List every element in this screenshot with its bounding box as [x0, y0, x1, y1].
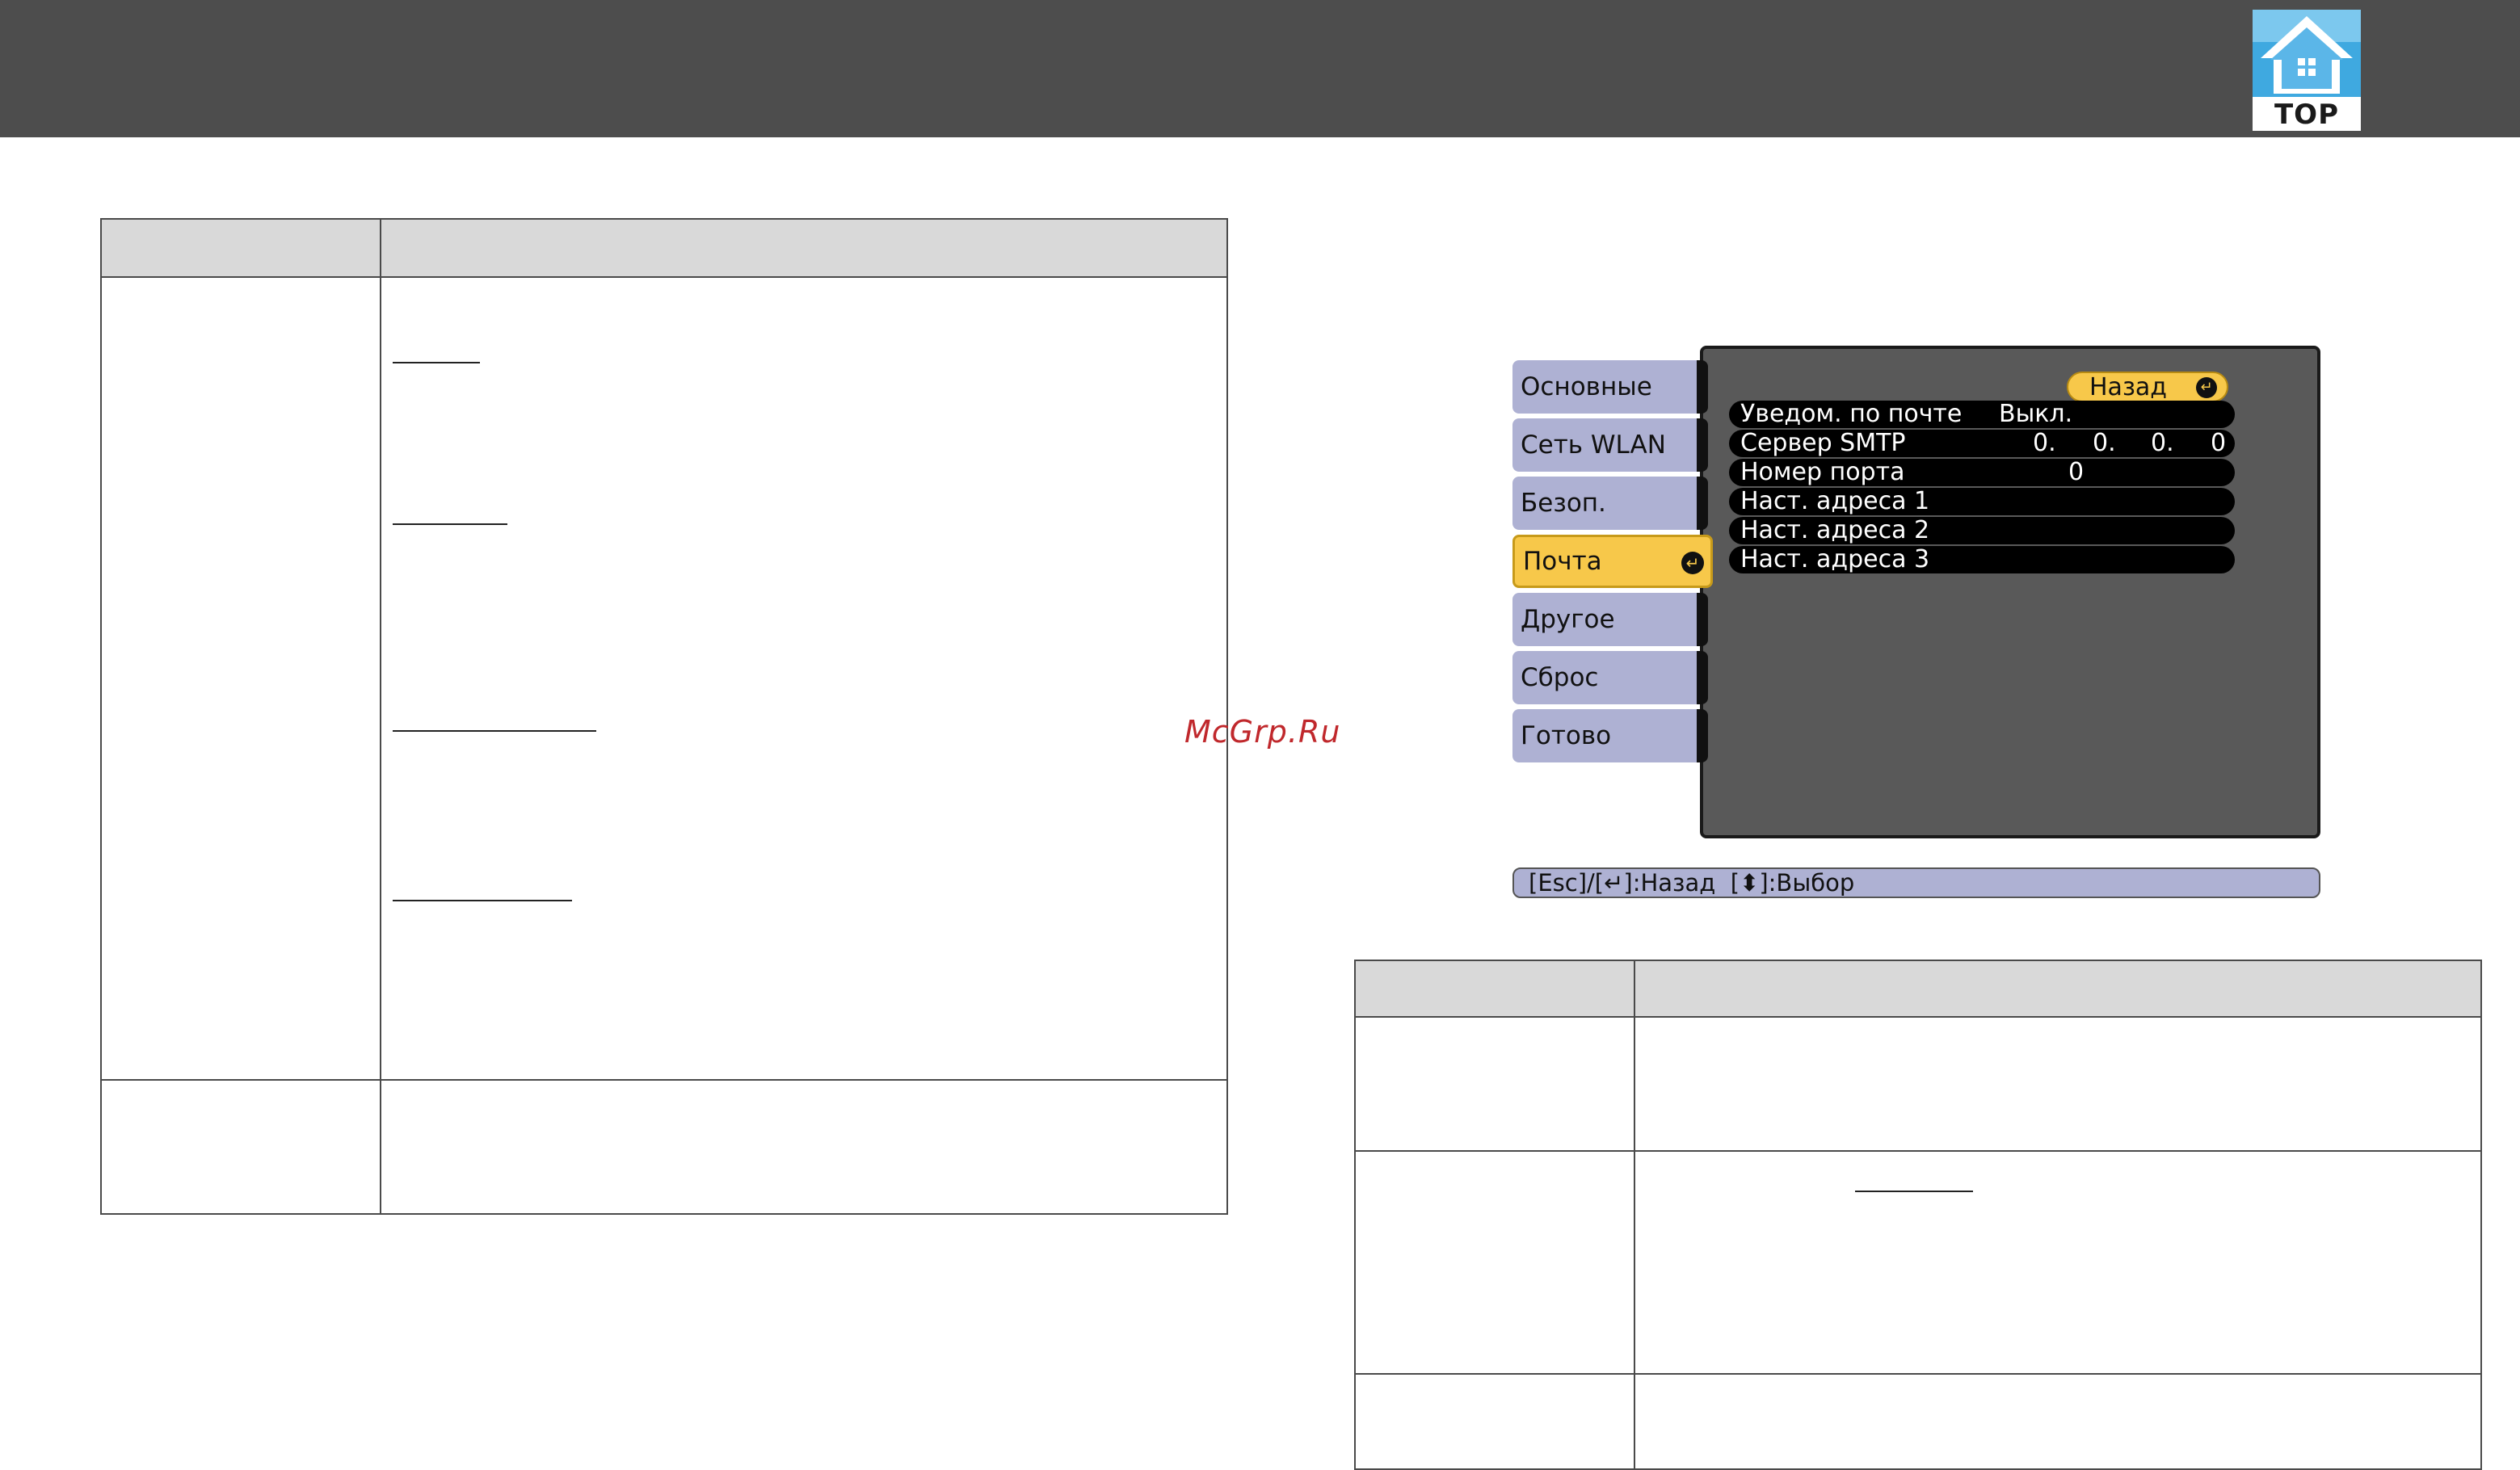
ip-octet: 0.	[2151, 429, 2174, 457]
link-underline[interactable]	[393, 523, 507, 525]
left-table	[100, 218, 1228, 1215]
table-row	[1354, 1150, 2482, 1375]
enter-icon: ↵	[2196, 377, 2217, 398]
menu-item-basic[interactable]: Основные	[1512, 360, 1700, 414]
top-button[interactable]: TOP	[2253, 10, 2361, 131]
menu-tab	[1697, 651, 1708, 704]
table-header-cell	[100, 218, 381, 278]
link-underline[interactable]	[393, 730, 596, 732]
table-header-row	[1354, 960, 2482, 1018]
table-cell	[100, 276, 381, 1081]
setting-value: Выкл.	[1999, 400, 2073, 428]
setting-row-address-3[interactable]: Наст. адреса 3	[1729, 546, 2235, 573]
table-cell	[380, 1079, 1228, 1215]
menu-tab	[1697, 477, 1708, 530]
menu-item-wlan[interactable]: Сеть WLAN	[1512, 418, 1700, 472]
menu-tab	[1697, 593, 1708, 646]
table-row	[100, 1079, 1228, 1215]
table-cell	[1354, 1373, 1635, 1470]
table-row	[1354, 1373, 2482, 1470]
ip-octet: 0	[2211, 429, 2227, 457]
setting-value: 0	[2068, 458, 2085, 486]
right-table	[1354, 960, 2482, 1470]
back-button[interactable]: Назад ↵	[2067, 372, 2228, 402]
link-underline[interactable]	[393, 900, 572, 901]
table-cell	[100, 1079, 381, 1215]
menu-item-other[interactable]: Другое	[1512, 593, 1700, 646]
ip-octet: 0.	[2093, 429, 2116, 457]
setting-row-smtp-server[interactable]: Сервер SMTP 0. 0. 0. 0	[1729, 430, 2235, 457]
link-underline[interactable]	[393, 362, 480, 363]
setting-row-address-1[interactable]: Наст. адреса 1	[1729, 488, 2235, 515]
setting-row-mail-notification[interactable]: Уведом. по почте Выкл.	[1729, 401, 2235, 428]
table-row	[1354, 1016, 2482, 1152]
watermark: McGrp.Ru	[1184, 714, 1341, 750]
menu-tab	[1697, 709, 1708, 762]
table-cell	[1634, 1016, 2482, 1152]
top-label: TOP	[2274, 99, 2339, 131]
table-header-row	[100, 218, 1228, 278]
ip-octet: 0.	[2033, 429, 2056, 457]
table-cell	[1634, 1373, 2482, 1470]
setting-row-address-2[interactable]: Наст. адреса 2	[1729, 517, 2235, 544]
table-header-cell	[1634, 960, 2482, 1018]
menu-item-security[interactable]: Безоп.	[1512, 477, 1700, 530]
enter-icon: ↵	[1681, 552, 1704, 574]
table-header-cell	[1354, 960, 1635, 1018]
menu-tab	[1697, 418, 1708, 472]
link-underline[interactable]	[1855, 1191, 1973, 1192]
menu-item-done[interactable]: Готово	[1512, 709, 1700, 762]
table-cell	[1354, 1150, 1635, 1375]
header-bar	[0, 0, 2520, 137]
menu-item-reset[interactable]: Сброс	[1512, 651, 1700, 704]
table-cell	[380, 276, 1228, 1081]
menu-item-mail[interactable]: Почта ↵	[1512, 535, 1713, 588]
table-cell	[1634, 1150, 2482, 1375]
table-row	[100, 276, 1228, 1081]
setting-row-port-number[interactable]: Номер порта 0	[1729, 459, 2235, 486]
menu-tab	[1697, 360, 1708, 414]
projector-menu: Основные Сеть WLAN Безоп. Почта ↵ Другое …	[1509, 339, 2325, 905]
table-cell	[1354, 1016, 1635, 1152]
table-header-cell	[380, 218, 1228, 278]
status-bar: [Esc]/[↵]:Назад [⬍]:Выбор	[1512, 867, 2320, 898]
